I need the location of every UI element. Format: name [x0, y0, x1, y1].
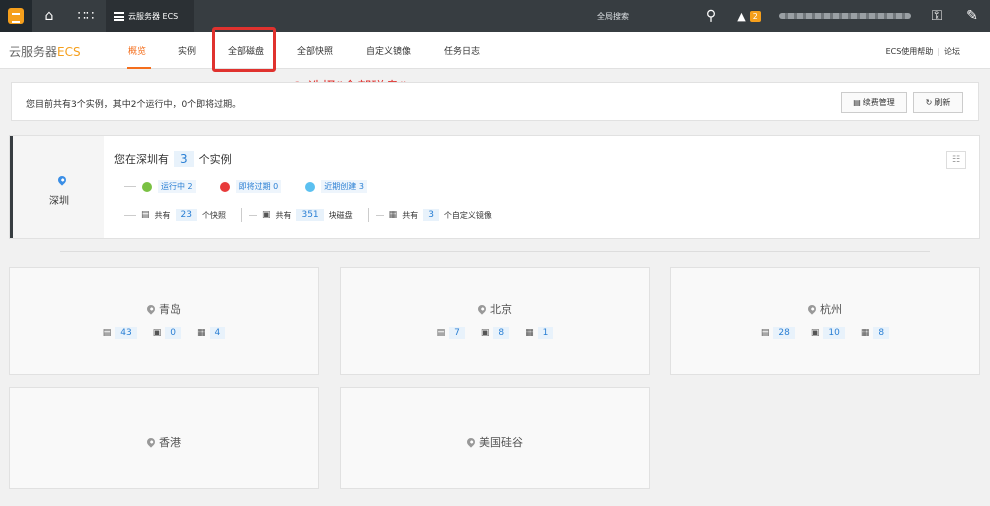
global-search-input[interactable]: 全局搜索: [587, 0, 694, 32]
instance-summary-bar: 您目前共有3个实例，其中2个运行中，0个即将过期。 ▤ 续费管理 ↻ 刷新: [11, 82, 979, 121]
tab-task-log[interactable]: 任务日志: [444, 44, 480, 57]
blue-dot-icon: [305, 181, 316, 192]
region-name: 杭州: [820, 303, 842, 316]
status-running[interactable]: 运行中 2: [142, 180, 196, 193]
region-side: 深圳: [10, 136, 104, 238]
snapshot-count[interactable]: 7: [449, 327, 465, 339]
region-city: 深圳: [49, 196, 69, 207]
disk-icon: ▣: [810, 328, 820, 338]
region-card-beijing[interactable]: 北京 ▤ 7 ▣ 8 ▦ 1: [340, 267, 650, 375]
renew-icon: ▤: [853, 98, 861, 107]
disk-icon: ▣: [152, 328, 162, 338]
status-recent[interactable]: 近期创建 3: [305, 180, 367, 193]
image-icon: ▦: [860, 328, 870, 338]
status-row: 运行中 2 即将过期 0 近期创建 3: [124, 180, 385, 193]
home-icon[interactable]: ⌂: [32, 0, 66, 32]
image-count[interactable]: 8: [873, 327, 890, 339]
resource-row: ▤ 共有 23 个快照 ▣ 共有 351 块磁盘 ▦ 共有 3 个自定义镜像: [124, 208, 492, 222]
location-pin-icon: [145, 436, 157, 448]
location-pin-icon: [145, 303, 157, 315]
disk-count[interactable]: 10: [823, 327, 845, 339]
refresh-icon: ↻: [925, 98, 933, 107]
edit-icon[interactable]: ✎: [954, 0, 990, 32]
snapshot-icon: ▤: [141, 210, 150, 220]
region-name: 青岛: [159, 303, 181, 316]
products-grid-icon[interactable]: ∷∷: [66, 0, 106, 32]
product-menu-button[interactable]: 云服务器 ECS: [106, 0, 194, 32]
highlight-box: [212, 27, 276, 72]
notification-button[interactable]: ▲ 2: [728, 0, 770, 32]
snapshot-icon: ▤: [436, 328, 446, 338]
refresh-button[interactable]: ↻ 刷新: [913, 92, 963, 113]
forum-link[interactable]: 论坛: [944, 47, 960, 56]
notification-badge: 2: [749, 10, 761, 22]
current-region-panel: 深圳 您在深圳有 3 个实例 ☷ 运行中 2 即将过期 0 近期创建 3 ▤ 共…: [9, 135, 980, 239]
aliyun-logo-icon[interactable]: [0, 0, 32, 32]
snapshot-icon: ▤: [760, 328, 770, 338]
ecs-nav-bar: 云服务器ECS 概览 实例 全部磁盘 全部快照 自定义镜像 任务日志 ECS使用…: [0, 32, 990, 69]
help-links: ECS使用帮助 | 论坛: [885, 47, 960, 56]
disk-count[interactable]: 0: [165, 327, 181, 339]
red-dot-icon: [219, 181, 230, 192]
green-dot-icon: [142, 181, 152, 192]
ecs-brand: 云服务器ECS: [9, 45, 81, 59]
disk-icon: ▣: [480, 328, 490, 338]
image-count[interactable]: 1: [537, 327, 554, 339]
tab-instances[interactable]: 实例: [178, 44, 196, 57]
instance-count[interactable]: 3: [174, 151, 194, 167]
active-tab-indicator: [127, 67, 151, 69]
location-pin-icon: [476, 303, 488, 315]
region-card-hongkong[interactable]: 香港: [9, 387, 319, 489]
region-card-silicon-valley[interactable]: 美国硅谷: [340, 387, 650, 489]
user-name-masked: [779, 13, 911, 19]
product-label: 云服务器 ECS: [128, 11, 179, 21]
location-pin-icon: [806, 303, 818, 315]
renew-management-button[interactable]: ▤ 续费管理: [841, 92, 907, 113]
snapshot-count[interactable]: 23: [175, 209, 197, 221]
disk-count[interactable]: 8: [493, 327, 510, 339]
image-icon: ▦: [196, 328, 206, 338]
key-icon[interactable]: ⚿: [920, 0, 954, 32]
image-icon: ▦: [388, 210, 398, 220]
top-bar: ⌂ ∷∷ 云服务器 ECS 全局搜索 ⚲ ▲ 2 ⚿ ✎: [0, 0, 990, 32]
location-pin-icon: [56, 174, 68, 186]
region-card-qingdao[interactable]: 青岛 ▤ 43 ▣ 0 ▦ 4: [9, 267, 319, 375]
cart-icon[interactable]: ☷: [946, 151, 966, 169]
bell-icon: ▲: [737, 9, 746, 23]
snapshot-count[interactable]: 43: [115, 327, 137, 339]
snapshot-count[interactable]: 28: [773, 327, 795, 339]
summary-text: 您目前共有3个实例，其中2个运行中，0个即将过期。: [26, 100, 242, 110]
region-name: 美国硅谷: [479, 436, 523, 449]
image-count[interactable]: 4: [209, 327, 226, 339]
search-icon[interactable]: ⚲: [694, 0, 728, 32]
user-account-menu[interactable]: [775, 0, 915, 32]
region-name: 香港: [159, 436, 181, 449]
disk-count[interactable]: 351: [296, 209, 324, 221]
snapshot-icon: ▤: [102, 328, 112, 338]
divider: [60, 251, 930, 252]
region-name: 北京: [490, 303, 512, 316]
tab-overview[interactable]: 概览: [128, 44, 146, 57]
image-icon: ▦: [525, 328, 534, 338]
image-count[interactable]: 3: [423, 209, 439, 221]
tab-custom-images[interactable]: 自定义镜像: [366, 44, 411, 57]
region-title: 您在深圳有 3 个实例: [114, 151, 232, 167]
status-expiring[interactable]: 即将过期 0: [219, 180, 282, 193]
ecs-help-link[interactable]: ECS使用帮助: [886, 47, 934, 56]
region-card-hangzhou[interactable]: 杭州 ▤ 28 ▣ 10 ▦ 8: [670, 267, 980, 375]
server-icon: [114, 11, 124, 21]
location-pin-icon: [465, 436, 477, 448]
disk-icon: ▣: [261, 210, 271, 220]
tab-all-snapshots[interactable]: 全部快照: [297, 44, 333, 57]
